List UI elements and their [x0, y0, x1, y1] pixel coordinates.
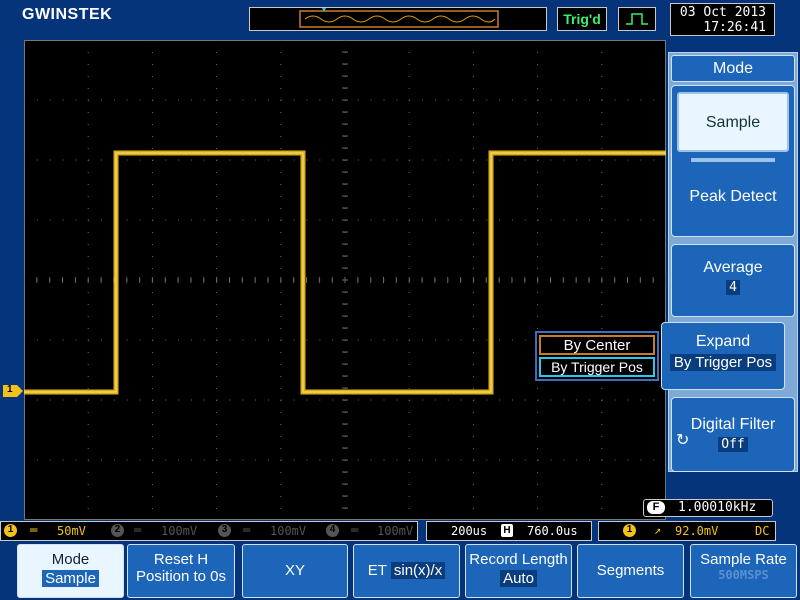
rotate-knob-icon: ↻ — [676, 432, 690, 449]
digital-filter-button[interactable]: Digital Filter ↻ Off — [671, 397, 795, 472]
expand-button[interactable]: Expand By Trigger Pos — [661, 322, 785, 390]
ch4-number: 4 — [326, 524, 339, 537]
ch2-number: 2 — [111, 524, 124, 537]
mode-button[interactable]: Mode Sample — [17, 544, 124, 598]
reset-h-subtitle: Position to 0s — [135, 568, 227, 585]
horizontal-position-value: 760.0us — [527, 524, 578, 538]
trigger-coupling: DC — [755, 524, 770, 538]
peak-detect-option[interactable]: Peak Detect — [671, 188, 795, 206]
average-button[interactable]: Average 4 — [671, 244, 795, 317]
trigger-status-bar: 1 ↗ 92.0mV DC — [598, 521, 776, 541]
ch3-coupling-icon: ═ — [243, 523, 251, 537]
frequency-counter: F 1.00010kHz — [643, 499, 773, 517]
et-label: ET — [367, 562, 387, 579]
trigger-level: 92.0mV — [675, 524, 719, 538]
dc-coupling-icon: ═ — [30, 523, 38, 537]
edge-trigger-icon — [618, 7, 656, 31]
channel-1-marker[interactable]: 1 — [3, 384, 23, 397]
ch4-coupling-icon: ═ — [351, 523, 359, 537]
average-label: Average — [703, 259, 763, 276]
sample-rate-button[interactable]: Sample Rate 500MSPS — [690, 544, 797, 598]
reset-h-label: Reset H — [153, 551, 209, 568]
reset-h-position-button[interactable]: Reset H Position to 0s — [127, 544, 235, 598]
expand-options-popup: By Center By Trigger Pos — [535, 331, 659, 381]
side-menu-title: Mode — [671, 55, 795, 82]
segments-button[interactable]: Segments — [577, 544, 684, 598]
frequency-icon: F — [647, 501, 665, 514]
trigger-source: 1 — [623, 524, 636, 537]
record-length-button[interactable]: Record Length Auto — [465, 544, 572, 598]
ch3-scale: 100mV — [270, 524, 307, 538]
time-text: 17:26:41 — [703, 20, 766, 35]
expand-label: Expand — [695, 333, 751, 350]
brand-logo: GWINSTEK — [22, 6, 113, 23]
ch1-number: 1 — [4, 524, 17, 537]
frequency-value: 1.00010kHz — [678, 500, 757, 515]
date-time-display: 03 Oct 2013 17:26:41 — [670, 3, 775, 36]
ch2-coupling-icon: ═ — [134, 523, 142, 537]
selection-divider — [691, 158, 775, 163]
horizontal-position-icon: H — [501, 524, 513, 537]
record-length-label: Record Length — [469, 551, 568, 568]
ch4-scale: 100mV — [377, 524, 414, 538]
ch1-scale: 50mV — [57, 524, 86, 538]
segments-label: Segments — [596, 562, 665, 579]
ch2-scale: 100mV — [161, 524, 198, 538]
record-length-value: Auto — [500, 570, 537, 587]
digital-filter-value: Off — [718, 437, 748, 452]
xy-label: XY — [284, 562, 305, 579]
vertical-status-bar: 1 ═ 50mV 2 ═ 100mV 3 ═ 100mV 4 ═ 100mV — [0, 521, 418, 541]
expand-value: By Trigger Pos — [669, 354, 777, 371]
ch3-number: 3 — [218, 524, 231, 537]
et-sinx-button[interactable]: ET sin(x)/x — [353, 544, 460, 598]
digital-filter-label: Digital Filter — [690, 416, 776, 433]
rising-edge-icon: ↗ — [654, 523, 662, 537]
horizontal-status-bar: 200us H 760.0us — [426, 521, 592, 541]
mode-value: Sample — [42, 570, 99, 587]
timebase-value: 200us — [451, 524, 488, 538]
trigger-status: Trig'd — [557, 7, 607, 31]
by-trigger-pos-option[interactable]: By Trigger Pos — [539, 357, 655, 377]
average-value: 4 — [726, 280, 740, 295]
waveform-display[interactable] — [24, 40, 666, 520]
xy-button[interactable]: XY — [242, 544, 348, 598]
mode-label: Mode — [51, 551, 90, 568]
sample-option[interactable]: Sample — [677, 92, 789, 152]
by-center-option[interactable]: By Center — [539, 335, 655, 355]
sinx-label: sin(x)/x — [390, 562, 446, 579]
date-text: 03 Oct 2013 — [679, 5, 766, 20]
sample-rate-value: 500MSPS — [718, 568, 769, 582]
sample-rate-label: Sample Rate — [700, 551, 787, 568]
waveform-overview — [249, 7, 547, 31]
